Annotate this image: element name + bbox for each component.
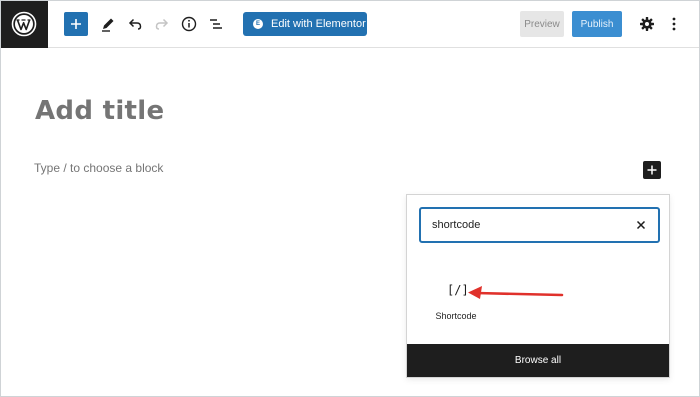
undo-icon: [128, 18, 142, 30]
gear-icon: [640, 17, 654, 31]
browse-all-button[interactable]: Browse all: [407, 344, 669, 377]
editor-toolbar: E Edit with Elementor Preview Publish: [0, 0, 700, 48]
edit-with-elementor-label: Edit with Elementor: [271, 18, 366, 30]
block-search-field: [419, 207, 660, 243]
plus-icon: [647, 165, 657, 175]
block-search-input[interactable]: [421, 212, 624, 238]
edit-with-elementor-button[interactable]: E Edit with Elementor: [243, 12, 367, 36]
inline-add-block-button[interactable]: [643, 161, 661, 179]
preview-button[interactable]: Preview: [520, 11, 564, 37]
undo-button[interactable]: [123, 12, 147, 36]
kebab-icon: [672, 17, 676, 31]
shortcode-block-label: Shortcode: [435, 311, 477, 321]
pencil-icon: [102, 18, 114, 32]
details-button[interactable]: [177, 12, 201, 36]
add-block-button[interactable]: [64, 12, 88, 36]
block-appender-hint[interactable]: Type / to choose a block: [34, 161, 163, 175]
list-view-icon: [210, 19, 222, 29]
post-title-placeholder[interactable]: Add title: [35, 96, 164, 126]
clear-search-button[interactable]: [633, 217, 649, 233]
plus-icon: [71, 19, 81, 29]
wordpress-icon: [11, 11, 37, 37]
more-options-button[interactable]: [662, 12, 686, 36]
settings-button[interactable]: [635, 12, 659, 36]
redo-button[interactable]: [150, 12, 174, 36]
red-arrow-annotation: [468, 286, 564, 299]
redo-icon: [155, 18, 169, 30]
info-icon: [181, 16, 197, 32]
tools-button[interactable]: [96, 12, 120, 36]
list-view-button[interactable]: [204, 12, 228, 36]
close-icon: [636, 220, 646, 230]
elementor-icon: E: [253, 19, 263, 29]
wordpress-logo-button[interactable]: [0, 0, 48, 48]
publish-button[interactable]: Publish: [572, 11, 622, 37]
